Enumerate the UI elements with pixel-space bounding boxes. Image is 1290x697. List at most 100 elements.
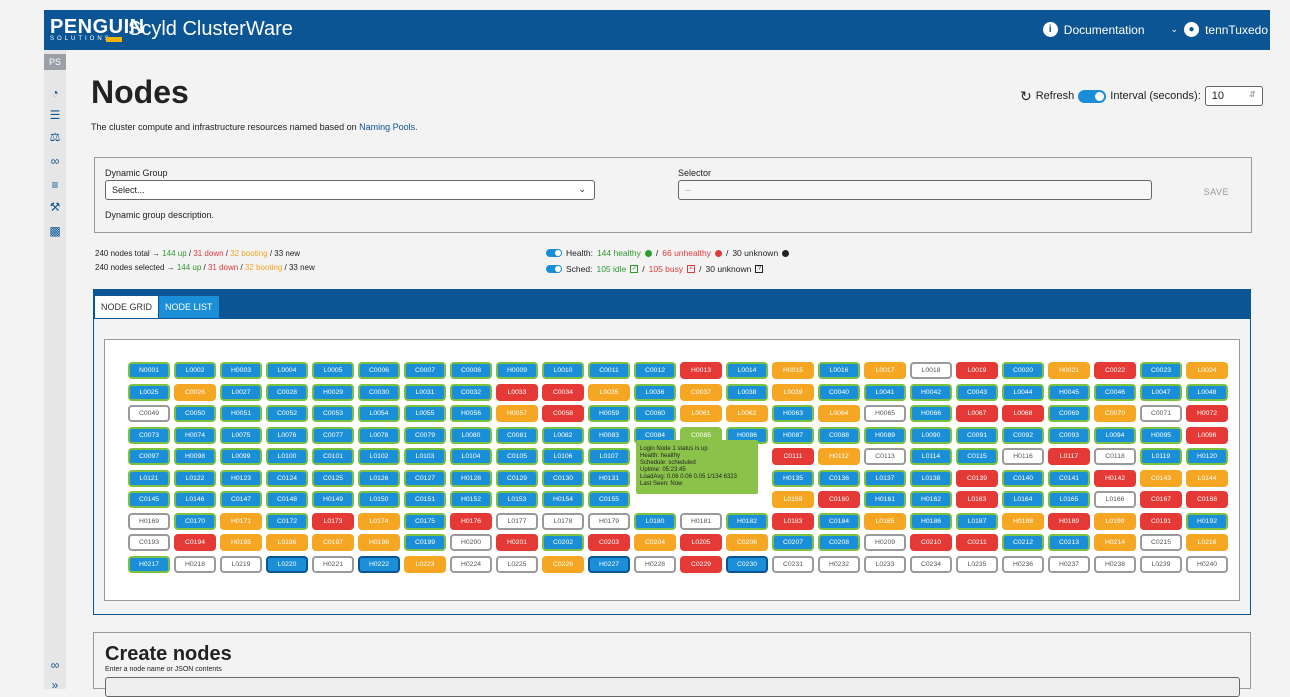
node-C0124[interactable]: C0124 [266,469,308,487]
database-icon[interactable]: ☰ [48,108,62,122]
node-H0142[interactable]: H0142 [1094,469,1136,487]
node-L0044[interactable]: L0044 [1002,383,1044,401]
node-H0232[interactable]: H0232 [818,555,860,573]
node-H0186[interactable]: H0186 [910,512,952,530]
node-C0118[interactable]: C0118 [1094,448,1136,465]
node-L0062[interactable]: L0062 [726,405,768,422]
node-L0174[interactable]: L0174 [358,512,400,530]
node-H0063[interactable]: H0063 [772,405,814,422]
node-C0079[interactable]: C0079 [404,426,446,444]
node-L0122[interactable]: L0122 [174,469,216,487]
selector-input[interactable]: -- [678,180,1152,200]
node-C0213[interactable]: C0213 [1048,534,1090,551]
user-icon[interactable]: ● [1184,22,1200,37]
node-L0146[interactable]: L0146 [174,491,216,508]
node-L0019[interactable]: L0019 [956,362,998,379]
node-H0045[interactable]: H0045 [1048,383,1090,401]
node-L0137[interactable]: L0137 [864,469,906,487]
node-C0006[interactable]: C0006 [358,362,400,379]
node-C0040[interactable]: C0040 [818,383,860,401]
refresh-label[interactable]: Refresh [1036,90,1075,102]
node-H0015[interactable]: H0015 [772,362,814,379]
tab-node-grid[interactable]: NODE GRID [95,296,159,318]
node-C0125[interactable]: C0125 [312,469,354,487]
node-L0031[interactable]: L0031 [404,383,446,401]
node-L0196[interactable]: L0196 [266,534,308,551]
node-H0218[interactable]: H0218 [174,555,216,573]
node-L0235[interactable]: L0235 [956,555,998,573]
node-C0022[interactable]: C0022 [1094,362,1136,379]
node-L0054[interactable]: L0054 [358,405,400,422]
node-C0093[interactable]: C0093 [1048,426,1090,444]
node-L0002[interactable]: L0002 [174,362,216,379]
node-C0071[interactable]: C0071 [1140,405,1182,422]
node-L0138[interactable]: L0138 [910,469,952,487]
node-L0048[interactable]: L0048 [1186,383,1228,401]
dashboard-icon[interactable]: ◔ [48,86,62,100]
node-N0001[interactable]: N0001 [128,362,170,379]
node-H0198[interactable]: H0198 [358,534,400,551]
node-L0225[interactable]: L0225 [496,555,538,573]
node-C0060[interactable]: C0060 [634,405,676,422]
node-H0128[interactable]: H0128 [450,469,492,487]
node-C0151[interactable]: C0151 [404,491,446,508]
node-C0073[interactable]: C0073 [128,426,170,444]
node-C0077[interactable]: C0077 [312,426,354,444]
interval-input[interactable]: 10 ⇵ [1204,86,1263,106]
node-L0159[interactable]: L0159 [772,491,814,508]
node-H0161[interactable]: H0161 [864,491,906,508]
node-H0131[interactable]: H0131 [588,469,630,487]
node-H0201[interactable]: H0201 [496,534,538,551]
node-L0219[interactable]: L0219 [220,555,262,573]
node-L0103[interactable]: L0103 [404,448,446,465]
node-C0212[interactable]: C0212 [1002,534,1044,551]
node-C0170[interactable]: C0170 [174,512,216,530]
node-L0100[interactable]: L0100 [266,448,308,465]
node-C0231[interactable]: C0231 [772,555,814,573]
node-C0230[interactable]: C0230 [726,555,768,573]
node-C0234[interactable]: C0234 [910,555,952,573]
node-L0078[interactable]: L0078 [358,426,400,444]
node-L0190[interactable]: L0190 [1094,512,1136,530]
node-H0013[interactable]: H0013 [680,362,722,379]
node-C0160[interactable]: C0160 [818,491,860,508]
node-L0177[interactable]: L0177 [496,512,538,530]
node-L0055[interactable]: L0055 [404,405,446,422]
node-H0112[interactable]: H0112 [818,448,860,465]
node-C0053[interactable]: C0053 [312,405,354,422]
node-C0088[interactable]: C0088 [818,426,860,444]
node-L0064[interactable]: L0064 [818,405,860,422]
node-C0101[interactable]: C0101 [312,448,354,465]
list-icon[interactable]: ≡ [48,178,62,192]
product-name[interactable]: Scyld ClusterWare [128,18,293,41]
expand-icon[interactable]: » [48,678,62,692]
node-C0197[interactable]: C0197 [312,534,354,551]
node-C0226[interactable]: C0226 [542,555,584,573]
node-H0087[interactable]: H0087 [772,426,814,444]
node-L0067[interactable]: L0067 [956,405,998,422]
node-L0153[interactable]: L0153 [496,491,538,508]
node-L0080[interactable]: L0080 [450,426,492,444]
network-icon[interactable]: ⚖ [48,130,62,144]
node-H0179[interactable]: H0179 [588,512,630,530]
node-H0221[interactable]: H0221 [312,555,354,573]
node-L0102[interactable]: L0102 [358,448,400,465]
node-H0182[interactable]: H0182 [726,512,768,530]
node-L0144[interactable]: L0144 [1186,469,1228,487]
node-C0202[interactable]: C0202 [542,534,584,551]
node-C0081[interactable]: C0081 [496,426,538,444]
node-H0227[interactable]: H0227 [588,555,630,573]
node-C0147[interactable]: C0147 [220,491,262,508]
node-C0058[interactable]: C0058 [542,405,584,422]
stepper-icon[interactable]: ⇵ [1249,90,1256,102]
node-L0090[interactable]: L0090 [910,426,952,444]
node-H0009[interactable]: H0009 [496,362,538,379]
dynamic-group-select[interactable]: Select... ⌄ [105,180,595,200]
node-L0166[interactable]: L0166 [1094,491,1136,508]
node-H0074[interactable]: H0074 [174,426,216,444]
node-L0039[interactable]: L0039 [772,383,814,401]
node-C0008[interactable]: C0008 [450,362,492,379]
node-L0239[interactable]: L0239 [1140,555,1182,573]
node-L0036[interactable]: L0036 [634,383,676,401]
node-H0162[interactable]: H0162 [910,491,952,508]
